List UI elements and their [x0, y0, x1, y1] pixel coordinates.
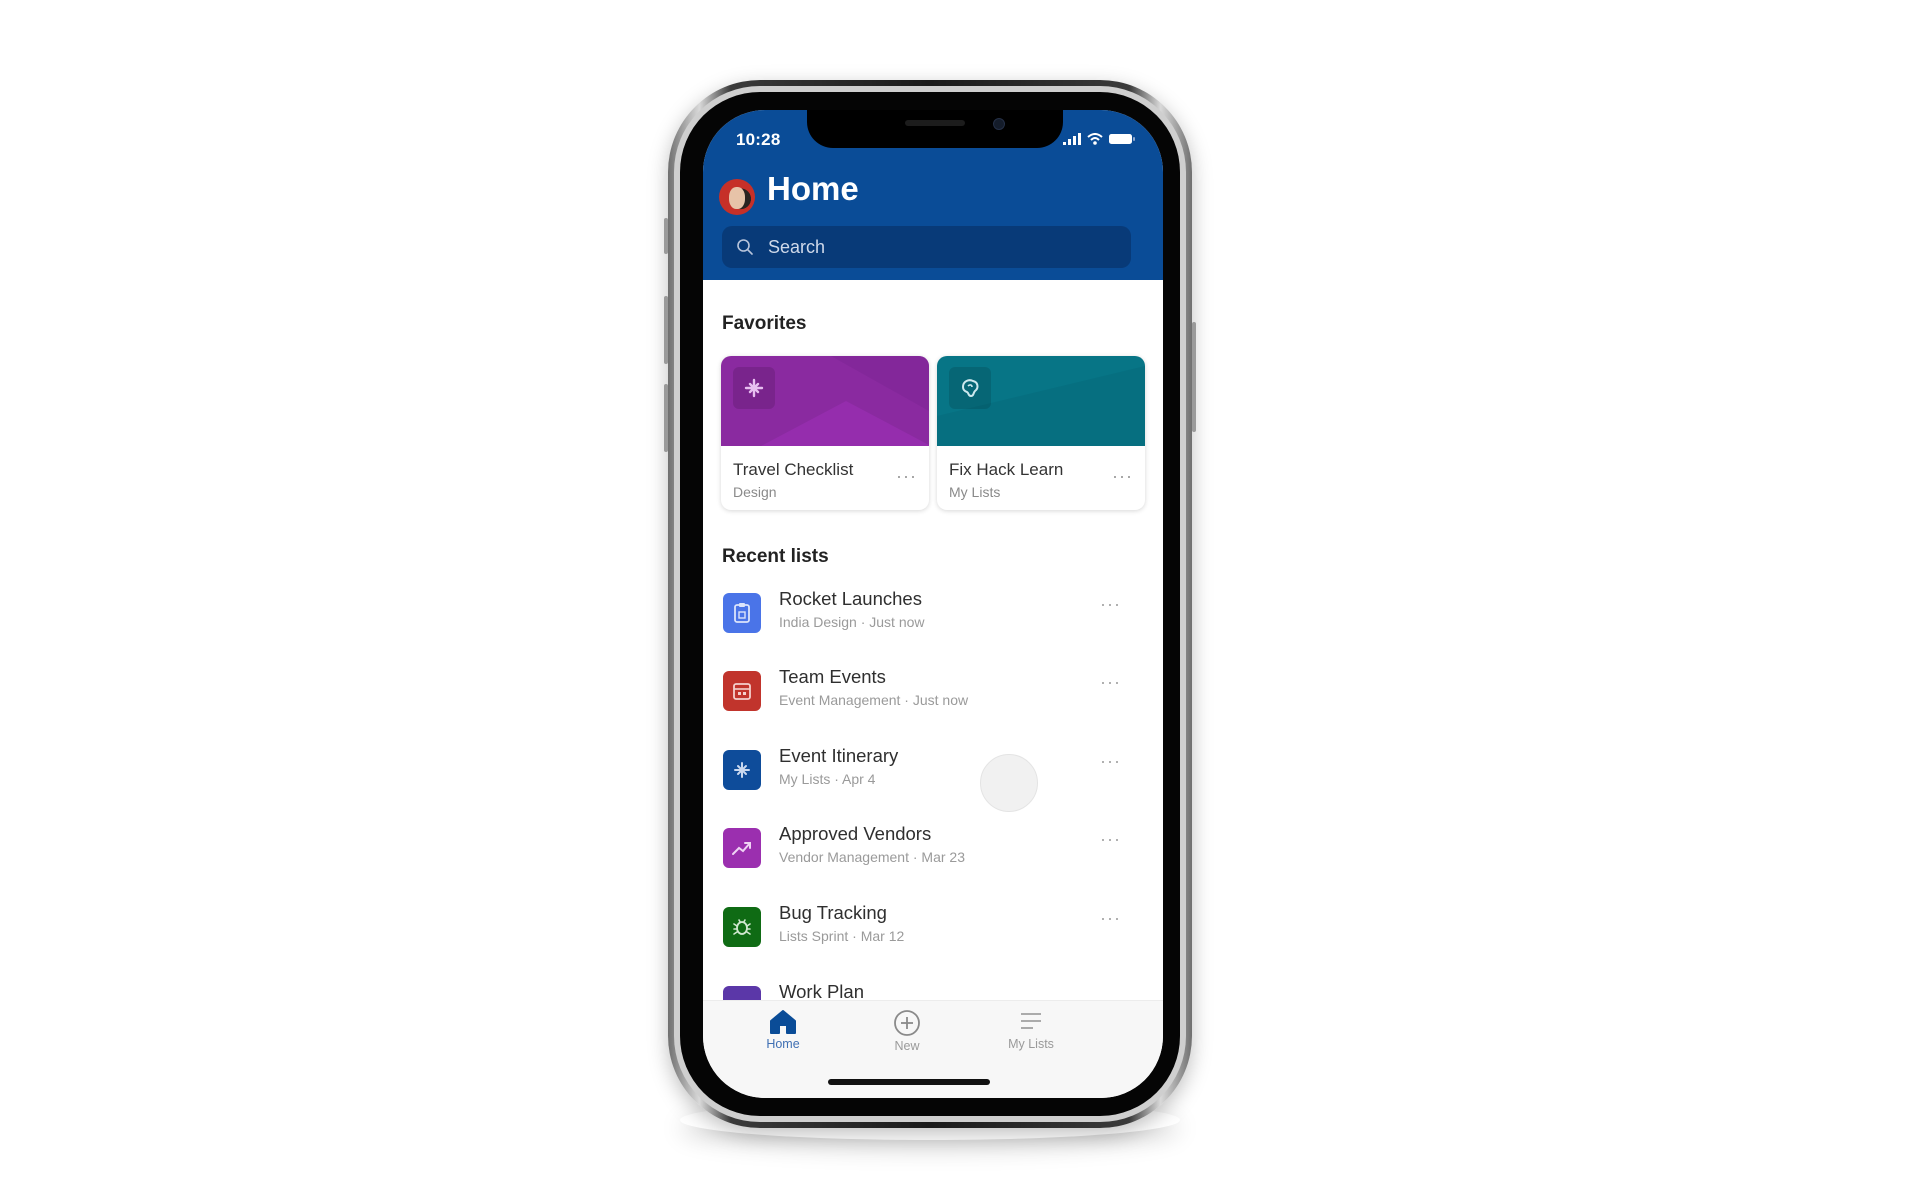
- list-item[interactable]: Team Events Event Management · Just now …: [703, 666, 1163, 741]
- recent-lists-heading: Recent lists: [722, 546, 829, 567]
- search-input[interactable]: Search: [722, 226, 1131, 268]
- volume-down-button: [664, 384, 668, 452]
- calendar-icon: [733, 683, 751, 700]
- more-options-button[interactable]: ···: [1100, 908, 1121, 929]
- nav-home-label: Home: [766, 1037, 800, 1051]
- avatar-face: [729, 187, 745, 209]
- status-icons: [1063, 132, 1135, 146]
- nav-my-lists-label: My Lists: [1008, 1037, 1054, 1051]
- list-icon-box: [723, 907, 761, 947]
- touch-indicator: [980, 754, 1038, 812]
- nav-home[interactable]: Home: [738, 1009, 828, 1051]
- power-button: [1192, 322, 1196, 432]
- card-title: Travel Checklist: [733, 460, 854, 479]
- trending-up-icon: [732, 842, 751, 855]
- list-icon-box: [723, 750, 761, 790]
- airplane-icon: [734, 762, 750, 778]
- card-banner: [937, 356, 1145, 446]
- search-icon: [737, 239, 753, 255]
- list-subtitle: Event Management · Just now: [779, 692, 969, 708]
- list-subtitle: My Lists · Apr 4: [779, 771, 876, 787]
- phone-screen: 10:28 Home Search Favorites Travel Check…: [703, 110, 1163, 1098]
- list-icon-box: [723, 828, 761, 868]
- more-options-button[interactable]: ···: [1100, 672, 1121, 693]
- list-subtitle: India Design · Just now: [779, 614, 925, 630]
- home-icon: [770, 1010, 796, 1034]
- more-options-button[interactable]: ···: [1100, 594, 1121, 615]
- search-placeholder: Search: [768, 236, 826, 257]
- more-options-button[interactable]: ···: [896, 466, 917, 487]
- card-subtitle: Design: [733, 484, 777, 500]
- bug-icon: [733, 919, 751, 935]
- nav-my-lists[interactable]: My Lists: [986, 1009, 1076, 1051]
- wifi-icon: [1087, 133, 1103, 145]
- list-icon-box: [723, 593, 761, 633]
- card-subtitle: My Lists: [949, 484, 1001, 500]
- favorite-card[interactable]: Travel Checklist Design ···: [721, 356, 929, 510]
- volume-up-button: [664, 296, 668, 364]
- favorite-card[interactable]: Fix Hack Learn My Lists ···: [937, 356, 1145, 510]
- card-icon-box: [949, 367, 991, 409]
- card-icon-box: [733, 367, 775, 409]
- nav-new-label: New: [894, 1039, 920, 1053]
- list-title: Bug Tracking: [779, 902, 887, 923]
- avatar[interactable]: [719, 179, 755, 215]
- list-title: Team Events: [779, 666, 886, 687]
- card-title: Fix Hack Learn: [949, 460, 1064, 479]
- mute-switch: [664, 218, 668, 254]
- list-item[interactable]: Rocket Launches India Design · Just now …: [703, 588, 1163, 663]
- nav-new[interactable]: New: [862, 1009, 952, 1053]
- list-title: Approved Vendors: [779, 823, 932, 844]
- list-subtitle: Vendor Management · Mar 23: [779, 849, 965, 865]
- list-item[interactable]: Event Itinerary My Lists · Apr 4 ···: [703, 745, 1163, 820]
- brain-icon: [961, 379, 979, 398]
- airplane-icon: [744, 378, 764, 398]
- speaker: [905, 120, 965, 126]
- battery-icon: [1109, 134, 1135, 144]
- list-icon-box: [723, 671, 761, 711]
- status-time: 10:28: [736, 130, 781, 149]
- list-title: Event Itinerary: [779, 745, 899, 766]
- signal-icon: [1063, 133, 1081, 145]
- page-title: Home: [767, 170, 859, 207]
- more-options-button[interactable]: ···: [1100, 829, 1121, 850]
- list-title: Rocket Launches: [779, 588, 922, 609]
- front-camera: [993, 118, 1005, 130]
- card-banner: [721, 356, 929, 446]
- home-indicator[interactable]: [828, 1079, 990, 1085]
- more-options-button[interactable]: ···: [1100, 751, 1121, 772]
- list-item[interactable]: Bug Tracking Lists Sprint · Mar 12 ···: [703, 902, 1163, 977]
- plus-circle-icon: [894, 1010, 920, 1036]
- lines-icon: [1021, 1013, 1041, 1029]
- clipboard-icon: [734, 603, 750, 623]
- favorites-heading: Favorites: [722, 313, 807, 334]
- notch: [807, 110, 1063, 148]
- more-options-button[interactable]: ···: [1112, 466, 1133, 487]
- list-subtitle: Lists Sprint · Mar 12: [779, 928, 905, 944]
- list-item[interactable]: Approved Vendors Vendor Management · Mar…: [703, 823, 1163, 898]
